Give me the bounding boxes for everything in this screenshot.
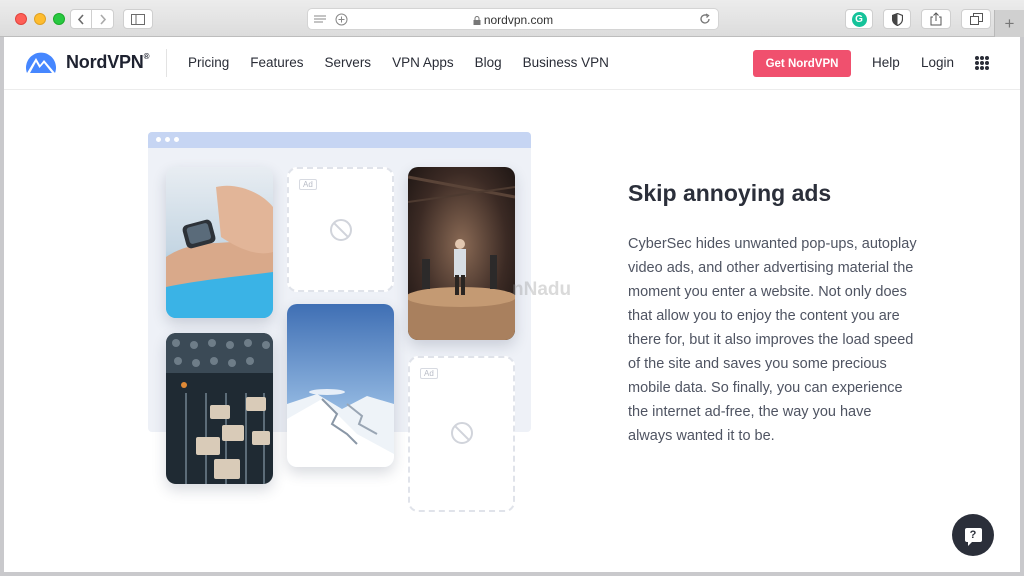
support-chat-button[interactable]: ? — [952, 514, 994, 556]
logo-wordmark: NordVPN — [66, 51, 144, 72]
maximize-window-button[interactable] — [53, 13, 65, 25]
url-text: nordvpn.com — [483, 13, 554, 27]
nordvpn-logo[interactable]: NordVPN® — [24, 49, 150, 75]
blocked-icon — [451, 422, 473, 444]
ad-label: Ad — [299, 179, 317, 190]
tab-overview-button[interactable] — [961, 9, 991, 29]
close-window-button[interactable] — [15, 13, 27, 25]
snowy-mountain-photo — [287, 304, 394, 467]
address-bar[interactable]: nordvpn.com — [307, 8, 719, 30]
nav-link-login[interactable]: Login — [921, 55, 954, 70]
blocked-ad-placeholder: Ad — [287, 167, 394, 292]
get-nordvpn-button[interactable]: Get NordVPN — [753, 50, 851, 77]
shield-icon — [891, 12, 903, 26]
sidebar-toggle-button[interactable] — [123, 9, 153, 29]
grammarly-icon: G — [851, 11, 867, 27]
logo-text: NordVPN® — [66, 51, 150, 73]
nav-link-business-vpn[interactable]: Business VPN — [523, 55, 609, 70]
concert-photo — [408, 167, 515, 340]
webpage: NordVPN® Pricing Features Servers VPN Ap… — [4, 37, 1020, 572]
nordvpn-mountain-icon — [26, 52, 56, 73]
tabs-icon — [969, 13, 983, 25]
forward-button[interactable] — [92, 9, 114, 29]
reload-icon[interactable] — [699, 13, 711, 25]
privacy-extension-button[interactable] — [883, 9, 911, 29]
minimize-window-button[interactable] — [34, 13, 46, 25]
site-header: NordVPN® Pricing Features Servers VPN Ap… — [4, 37, 1020, 90]
nav-link-vpn-apps[interactable]: VPN Apps — [392, 55, 454, 70]
smartwatch-photo — [166, 167, 273, 318]
back-button[interactable] — [70, 9, 92, 29]
nav-link-features[interactable]: Features — [250, 55, 303, 70]
nav-link-pricing[interactable]: Pricing — [188, 55, 229, 70]
chevron-left-icon — [77, 13, 84, 25]
nav-link-blog[interactable]: Blog — [475, 55, 502, 70]
mixing-console-photo — [166, 333, 273, 484]
nav-link-servers[interactable]: Servers — [325, 55, 372, 70]
blocked-ad-placeholder-2: Ad — [408, 356, 515, 512]
chevron-right-icon — [99, 13, 106, 25]
illustration-title-bar — [148, 132, 531, 148]
registered-mark: ® — [143, 51, 150, 61]
ad-label: Ad — [420, 368, 438, 379]
share-button[interactable] — [921, 9, 951, 29]
new-tab-button[interactable]: + — [994, 10, 1024, 37]
blocked-icon — [330, 219, 352, 241]
question-chat-icon: ? — [964, 528, 982, 546]
share-icon — [930, 12, 942, 26]
section-headline: Skip annoying ads — [628, 180, 832, 206]
lock-icon — [473, 16, 481, 25]
url-display: nordvpn.com — [308, 13, 718, 27]
main-nav: Pricing Features Servers VPN Apps Blog B… — [188, 55, 630, 70]
section-description: CyberSec hides unwanted pop-ups, autopla… — [628, 236, 917, 444]
browser-toolbar: nordvpn.com G + — [0, 0, 1024, 37]
nav-link-help[interactable]: Help — [872, 55, 900, 70]
nav-divider — [166, 49, 167, 77]
grammarly-extension-button[interactable]: G — [845, 9, 873, 29]
apps-grid-icon[interactable] — [975, 56, 989, 70]
watermark: nNadu — [512, 279, 572, 300]
sidebar-icon — [131, 13, 145, 25]
